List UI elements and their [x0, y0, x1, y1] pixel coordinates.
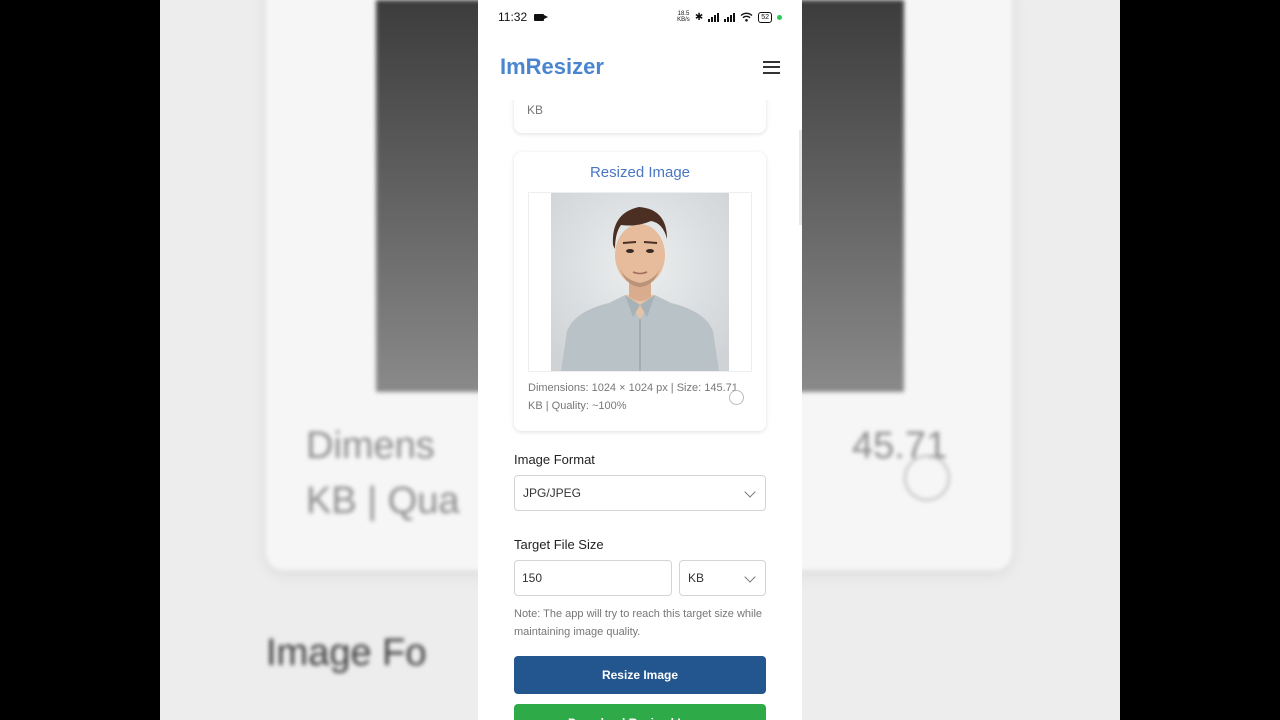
- chevron-down-icon: [744, 571, 756, 583]
- menu-icon[interactable]: [763, 60, 780, 74]
- bg-text-heading: Image Fo: [266, 632, 427, 674]
- network-speed-unit: KB/s: [677, 17, 690, 23]
- download-resized-image-button[interactable]: Download Resized Image: [514, 704, 766, 720]
- main-content: KB Resized Image Dimensions: 1024 × 1024…: [478, 100, 802, 720]
- status-icons: 18.5 KB/s ✱ 52: [677, 11, 782, 23]
- image-format-label: Image Format: [514, 452, 595, 467]
- bg-photo-left: [376, 0, 478, 392]
- blurred-background-left: Dimens KB | Qua Image Fo: [160, 0, 478, 720]
- target-size-note: Note: The app will try to reach this tar…: [514, 608, 763, 638]
- status-bar: 11:32 18.5 KB/s ✱ 52: [478, 0, 802, 34]
- signal-icon-1: [708, 12, 720, 22]
- resized-image-frame: [528, 192, 752, 372]
- bluetooth-icon: ✱: [694, 11, 704, 23]
- resized-image-preview: [551, 193, 729, 371]
- size-unit-select[interactable]: KB: [679, 560, 766, 596]
- size-unit-value: KB: [688, 571, 705, 585]
- loading-spinner-icon: [729, 390, 744, 405]
- bg-text-dimensions: Dimens: [306, 425, 435, 467]
- original-image-card: KB: [514, 100, 766, 133]
- resized-image-card: Resized Image Dimensions: 1024 × 1024 px…: [514, 152, 766, 431]
- privacy-indicator-dot: [777, 14, 782, 20]
- signal-icon-2: [724, 12, 736, 22]
- app-logo[interactable]: ImResizer: [500, 54, 604, 80]
- bg-text-kb: KB | Qua: [306, 480, 460, 522]
- target-size-input[interactable]: 150: [514, 560, 672, 596]
- battery-icon: 52: [758, 11, 772, 23]
- image-format-value: JPG/JPEG: [523, 486, 582, 500]
- resize-image-button[interactable]: Resize Image: [514, 656, 766, 694]
- screen-record-icon: [534, 13, 549, 21]
- target-size-value: 150: [522, 571, 543, 585]
- chevron-down-icon: [744, 486, 756, 498]
- image-format-select[interactable]: JPG/JPEG: [514, 475, 766, 511]
- status-time: 11:32: [498, 10, 528, 24]
- bg-spinner: [904, 455, 950, 501]
- network-speed: 18.5 KB/s: [677, 11, 690, 23]
- original-size-unit: KB: [527, 103, 544, 117]
- scrollbar[interactable]: [799, 130, 802, 225]
- wifi-icon: [740, 12, 753, 22]
- blurred-background-right: 45.71: [802, 0, 1120, 720]
- resized-image-details: Dimensions: 1024 × 1024 px | Size: 145.7…: [528, 382, 738, 412]
- resized-image-title: Resized Image: [589, 164, 691, 181]
- bg-photo-right: [802, 0, 904, 392]
- target-size-label: Target File Size: [514, 537, 604, 552]
- app-header: ImResizer: [478, 34, 802, 100]
- phone-screen: 11:32 18.5 KB/s ✱ 52 ImResizer KB Resize…: [478, 0, 802, 720]
